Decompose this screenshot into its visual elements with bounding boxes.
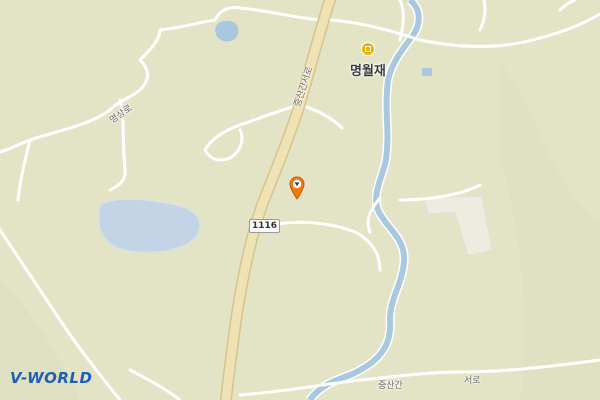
pond <box>422 68 432 76</box>
map-view[interactable]: 명월재 명상로 중산간서로 중산간 서로 1116 V-WORLD <box>0 0 600 400</box>
location-pin-icon[interactable] <box>288 176 306 200</box>
logo-text-b: WORLD <box>27 369 93 387</box>
poi-label[interactable]: 명월재 <box>350 60 386 79</box>
terrain-area <box>500 60 600 400</box>
reservoir <box>98 198 201 253</box>
vworld-logo: V-WORLD <box>10 369 92 387</box>
road-label-south-east: 서로 <box>464 376 481 386</box>
map-canvas[interactable] <box>0 0 600 400</box>
route-shield: 1116 <box>249 219 281 233</box>
highway <box>221 0 335 400</box>
road-label-south: 중산간 <box>378 381 403 391</box>
pond <box>215 20 239 42</box>
lodging-icon[interactable] <box>361 42 375 56</box>
building-area <box>424 195 493 257</box>
local-roads <box>0 0 600 400</box>
logo-text-a: V- <box>10 369 28 387</box>
